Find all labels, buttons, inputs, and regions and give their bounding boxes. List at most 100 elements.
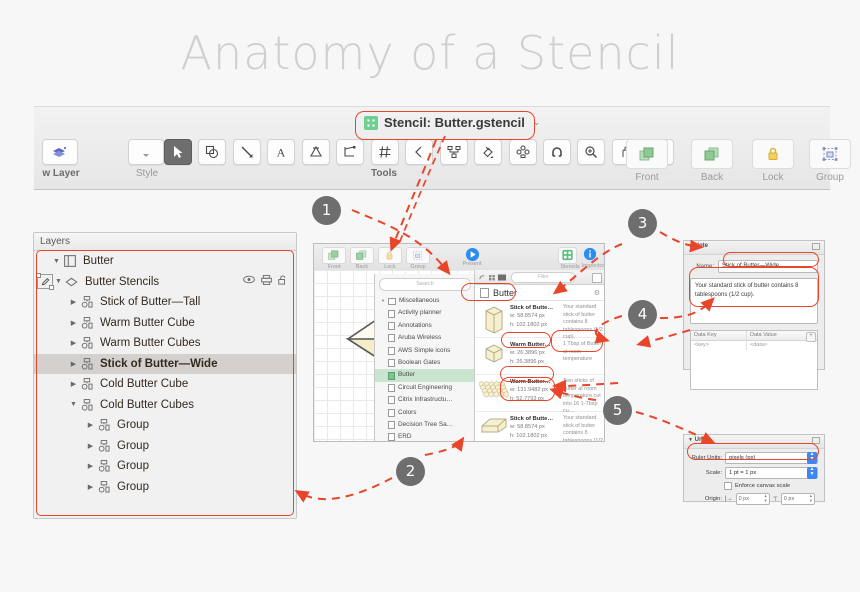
front-group: Front <box>626 139 668 183</box>
library-list[interactable]: ▼ Miscellaneous Activity planner Annotation… <box>375 295 475 441</box>
origin-y-input[interactable]: 0 px ▲ ▼ <box>780 493 815 505</box>
back-group: Back <box>691 139 733 183</box>
origin-x-input[interactable]: 0 px ▲ ▼ <box>735 493 770 505</box>
callout-badge-2: 2 <box>396 457 425 486</box>
shape-tool[interactable] <box>198 139 227 165</box>
sidebar-toggle-icon[interactable] <box>592 272 602 283</box>
style-button[interactable] <box>128 139 164 165</box>
add-data-row-button[interactable]: + <box>806 331 816 342</box>
embedded-lock-button[interactable]: Lock <box>378 247 402 270</box>
style-label: Style <box>135 168 159 179</box>
embedded-back-button[interactable]: Back <box>350 247 374 270</box>
group-label: Group <box>816 172 844 183</box>
highlight-ruler-units <box>687 443 819 460</box>
library-item-label: Annotations <box>398 321 432 329</box>
enforce-scale-checkbox[interactable] <box>724 482 732 490</box>
highlight-dimensions <box>500 377 555 401</box>
angle-tool[interactable] <box>405 139 434 165</box>
send-back-button[interactable] <box>691 139 733 169</box>
bring-front-button[interactable] <box>626 139 668 169</box>
fill-tool[interactable] <box>474 139 503 165</box>
library-list-item[interactable]: Decision Tree Sa… <box>375 419 475 431</box>
grid-tool[interactable] <box>370 139 399 165</box>
library-list-item[interactable]: ERD <box>375 431 475 441</box>
enforce-scale-row[interactable]: Enforce canvas scale <box>684 479 824 490</box>
bezier-pen-tool[interactable] <box>336 139 365 165</box>
library-list-item[interactable]: Activity planner <box>375 307 475 319</box>
new-layer-button[interactable] <box>42 139 78 165</box>
library-item-label: AWS Simple icons <box>398 346 451 354</box>
origin-x-value: 0 px <box>738 496 749 502</box>
disclosure-open-icon[interactable]: ▼ <box>381 295 385 307</box>
origin-y-icon: ⊤ <box>772 496 778 503</box>
magnet-tool[interactable] <box>542 139 571 165</box>
stencil-name: Stick of Butte… <box>510 305 554 311</box>
table-row[interactable]: <key> <data> <box>691 341 817 350</box>
stencil-height: h: 26.3896 px <box>510 358 544 365</box>
gear-icon[interactable]: ⚙ <box>594 289 600 297</box>
stencil-file-icon <box>388 371 395 380</box>
lock-button[interactable] <box>752 139 794 169</box>
stencil-width: w: 58.8574 px <box>510 313 545 320</box>
disclosure-triangle-icon[interactable]: ▼ <box>688 243 693 249</box>
highlight-warm-butter-name <box>501 332 551 348</box>
scale-select[interactable]: 1 pt = 1 px ▲ ▼ <box>725 467 818 479</box>
layers-plus-icon <box>53 147 66 157</box>
back-label: Back <box>700 172 724 183</box>
library-item-label: Butter <box>398 371 416 379</box>
embedded-stencils-button[interactable]: Stencils <box>558 247 580 270</box>
back-icon <box>704 147 719 161</box>
stencil-file-icon <box>388 421 395 430</box>
stencil-list-item[interactable]: Stick of Butte… w: 58.8574 px h: 102.1802 … <box>475 412 604 441</box>
library-list-item[interactable]: ▼ Miscellaneous <box>375 295 475 307</box>
highlight-butter-group <box>461 283 516 301</box>
embedded-group-button[interactable]: Group <box>406 247 430 270</box>
callout-badge-3: 3 <box>628 209 657 238</box>
stencil-file-icon <box>388 408 395 417</box>
note-data-header: Data Key Data Value <box>691 331 817 341</box>
selection-arrow-tool[interactable] <box>164 139 192 165</box>
zoom-tool[interactable] <box>577 139 606 165</box>
embedded-present-button[interactable]: Present <box>461 247 483 267</box>
library-list-item[interactable]: AWS Simple icons <box>375 345 475 357</box>
stencil-file-icon <box>388 321 395 330</box>
origin-y-value: 0 px <box>783 496 795 502</box>
style-brush-tool[interactable] <box>508 139 537 165</box>
embedded-front-button[interactable]: Front <box>322 247 346 270</box>
line-tool[interactable] <box>232 139 261 165</box>
library-list-item[interactable]: Annotations <box>375 320 475 332</box>
library-list-item[interactable]: Butter <box>375 369 475 382</box>
note-data-table[interactable]: Data Key Data Value + <key> <data> <box>690 330 818 390</box>
tools-group: A Tools <box>164 139 675 179</box>
stencil-height: h: 102.1802 px <box>510 432 548 439</box>
group-button[interactable] <box>809 139 851 169</box>
view-mode-icons <box>479 274 506 281</box>
panel-menu-icon[interactable] <box>812 243 820 250</box>
highlight-document-title <box>355 111 535 140</box>
stepper-icon[interactable]: ▲ ▼ <box>764 493 768 503</box>
stencil-info: Stick of Butte… w: 58.8574 px h: 102.1802 … <box>510 415 560 441</box>
stencil-file-icon <box>388 383 395 392</box>
enforce-scale-label: Enforce canvas scale <box>735 483 791 489</box>
library-item-label: Boolean Gates <box>398 358 441 366</box>
layers-panel-header: Layers <box>34 233 296 251</box>
text-tool[interactable]: A <box>267 139 296 165</box>
embedded-inspector-button[interactable]: Inspector <box>582 247 604 269</box>
stepper-icon[interactable]: ▲ ▼ <box>809 493 813 503</box>
stencil-filter-input[interactable]: Filter <box>511 272 575 283</box>
library-list-item[interactable]: Circuit Engineering <box>375 382 475 394</box>
chevron-updown-icon: ▲ ▼ <box>807 467 817 479</box>
library-list-item[interactable]: Aruba Wireless <box>375 332 475 344</box>
callout-badge-4: 4 <box>628 300 657 329</box>
library-list-item[interactable]: Boolean Gates <box>375 357 475 369</box>
data-key-cell[interactable]: <key> <box>691 341 747 350</box>
stencil-file-icon <box>388 346 395 355</box>
connection-tool[interactable] <box>439 139 468 165</box>
library-search-input[interactable]: Search <box>379 278 471 291</box>
polygon-tool[interactable] <box>301 139 330 165</box>
library-list-item[interactable]: Colors <box>375 407 475 419</box>
library-list-item[interactable]: Citrix Infrastructu… <box>375 394 475 406</box>
library-item-label: Colors <box>398 408 417 416</box>
data-value-cell[interactable]: <data> <box>747 341 817 350</box>
disclosure-triangle-icon[interactable]: ▼ <box>688 437 693 443</box>
